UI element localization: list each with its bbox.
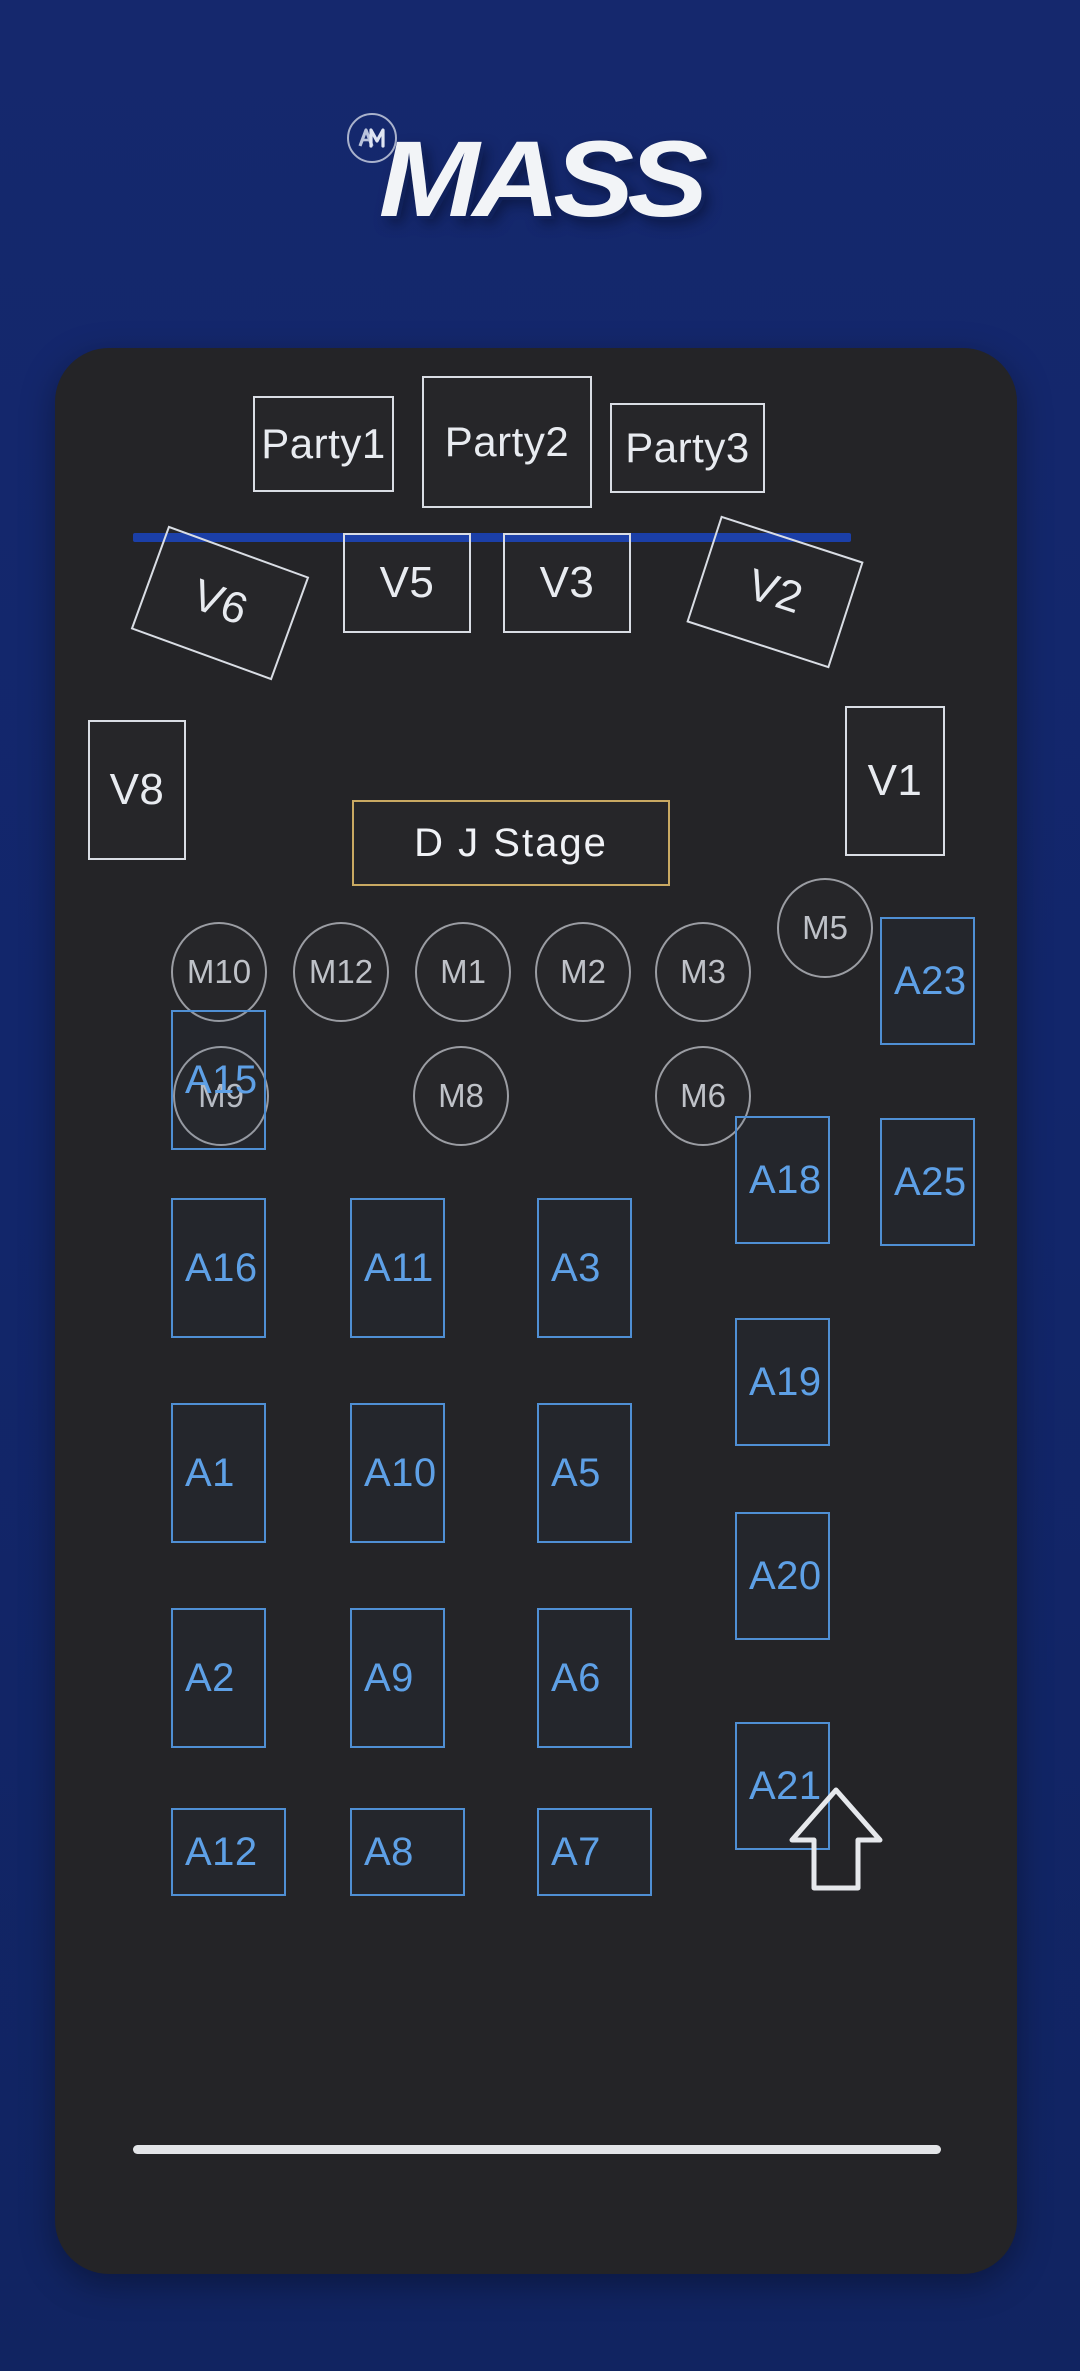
dj-stage[interactable]: D J Stage [352, 800, 670, 886]
party-box-label: Party3 [625, 424, 750, 471]
a-table-label: A2 [185, 1655, 235, 1700]
m-seat-m8[interactable]: M8 [413, 1046, 509, 1146]
m-seat-label: M8 [438, 1077, 484, 1114]
a-table-a9[interactable]: A9 [350, 1608, 445, 1748]
a-table-a18[interactable]: A18 [735, 1116, 830, 1244]
a-table-label: A1 [185, 1450, 235, 1495]
a-table-label: A11 [364, 1245, 434, 1290]
a-table-label: A3 [551, 1245, 601, 1290]
home-indicator [133, 2145, 941, 2154]
vip-box-v6[interactable]: V6 [130, 525, 310, 681]
party-box-label: Party2 [444, 418, 570, 465]
a-table-label: A12 [185, 1829, 258, 1874]
a-table-a23[interactable]: A23 [880, 917, 975, 1045]
m-seat-m12[interactable]: M12 [293, 922, 389, 1022]
a-table-a16[interactable]: A16 [171, 1198, 266, 1338]
vip-box-v3[interactable]: V3 [503, 533, 631, 633]
party-box-party2[interactable]: Party2 [422, 376, 592, 508]
a-table-a19[interactable]: A19 [735, 1318, 830, 1446]
vip-box-v8[interactable]: V8 [88, 720, 186, 860]
a-table-label: A15 [185, 1057, 258, 1102]
a-table-label: A23 [894, 958, 967, 1003]
a-table-label: A5 [551, 1450, 601, 1495]
vip-box-label: V5 [379, 558, 435, 607]
m-seat-label: M6 [680, 1077, 726, 1114]
venue-seating-map-screen: MASS Party1 Party2 Party3 V6 V5 V3 V2 V8 V1 D J… [0, 0, 1080, 2371]
a-table-a15[interactable]: A15 [171, 1010, 266, 1150]
brand-header: MASS [0, 0, 1080, 340]
vip-box-label: V2 [741, 559, 809, 624]
party-box-label: Party1 [261, 420, 386, 467]
brand-wordmark: MASS [378, 118, 708, 239]
a-table-a11[interactable]: A11 [350, 1198, 445, 1338]
party-box-party1[interactable]: Party1 [253, 396, 394, 492]
m-seat-label: M2 [560, 953, 606, 990]
a-table-label: A18 [749, 1157, 822, 1202]
a-table-label: A9 [364, 1655, 414, 1700]
a-table-label: A8 [364, 1829, 414, 1874]
a-table-a12[interactable]: A12 [171, 1808, 286, 1896]
a-table-label: A19 [749, 1359, 822, 1404]
a-table-label: A10 [364, 1450, 437, 1495]
m-seat-m1[interactable]: M1 [415, 922, 511, 1022]
a-table-a20[interactable]: A20 [735, 1512, 830, 1640]
vip-box-label: V6 [186, 570, 255, 635]
a-table-a5[interactable]: A5 [537, 1403, 632, 1543]
a-table-label: A16 [185, 1245, 258, 1290]
dj-stage-label: D J Stage [414, 820, 608, 865]
a-table-label: A6 [551, 1655, 601, 1700]
a-table-a8[interactable]: A8 [350, 1808, 465, 1896]
a-table-label: A7 [551, 1829, 601, 1874]
vip-box-label: V8 [109, 765, 165, 814]
a-table-a6[interactable]: A6 [537, 1608, 632, 1748]
a-table-label: A20 [749, 1553, 822, 1598]
vip-box-v5[interactable]: V5 [343, 533, 471, 633]
m-seat-label: M12 [308, 953, 374, 990]
vip-box-v1[interactable]: V1 [845, 706, 945, 856]
vip-box-label: V1 [867, 756, 923, 805]
a-table-a3[interactable]: A3 [537, 1198, 632, 1338]
m-seat-label: M3 [680, 953, 726, 990]
m-seat-m5[interactable]: M5 [777, 878, 873, 978]
a-table-a25[interactable]: A25 [880, 1118, 975, 1246]
m-seat-label: M1 [440, 953, 486, 990]
m-seat-label: M5 [802, 909, 848, 946]
m-seat-m2[interactable]: M2 [535, 922, 631, 1022]
party-box-party3[interactable]: Party3 [610, 403, 765, 493]
m-seat-m10[interactable]: M10 [171, 922, 267, 1022]
a-table-a10[interactable]: A10 [350, 1403, 445, 1543]
m-seat-label: M10 [186, 953, 252, 990]
m-seat-m3[interactable]: M3 [655, 922, 751, 1022]
a-table-a7[interactable]: A7 [537, 1808, 652, 1896]
seating-map-panel: Party1 Party2 Party3 V6 V5 V3 V2 V8 V1 D J Stag… [55, 348, 1017, 2274]
a-table-a1[interactable]: A1 [171, 1403, 266, 1543]
a-table-label: A25 [894, 1159, 967, 1204]
vip-box-label: V3 [539, 558, 595, 607]
a-table-a2[interactable]: A2 [171, 1608, 266, 1748]
up-arrow-icon[interactable] [786, 1784, 886, 1894]
